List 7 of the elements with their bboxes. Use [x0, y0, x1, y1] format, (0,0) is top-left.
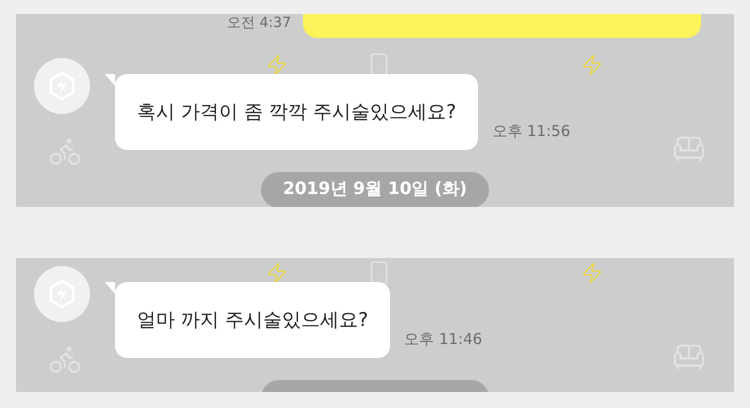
message-time: 오후 11:56	[492, 120, 570, 142]
message-time: 오후 11:46	[404, 328, 482, 350]
lightning-icon	[581, 262, 603, 284]
message-time: 오전 4:37	[227, 16, 291, 30]
lightning-icon	[266, 262, 288, 284]
lightning-icon	[266, 54, 288, 76]
lightning-icon	[581, 54, 603, 76]
